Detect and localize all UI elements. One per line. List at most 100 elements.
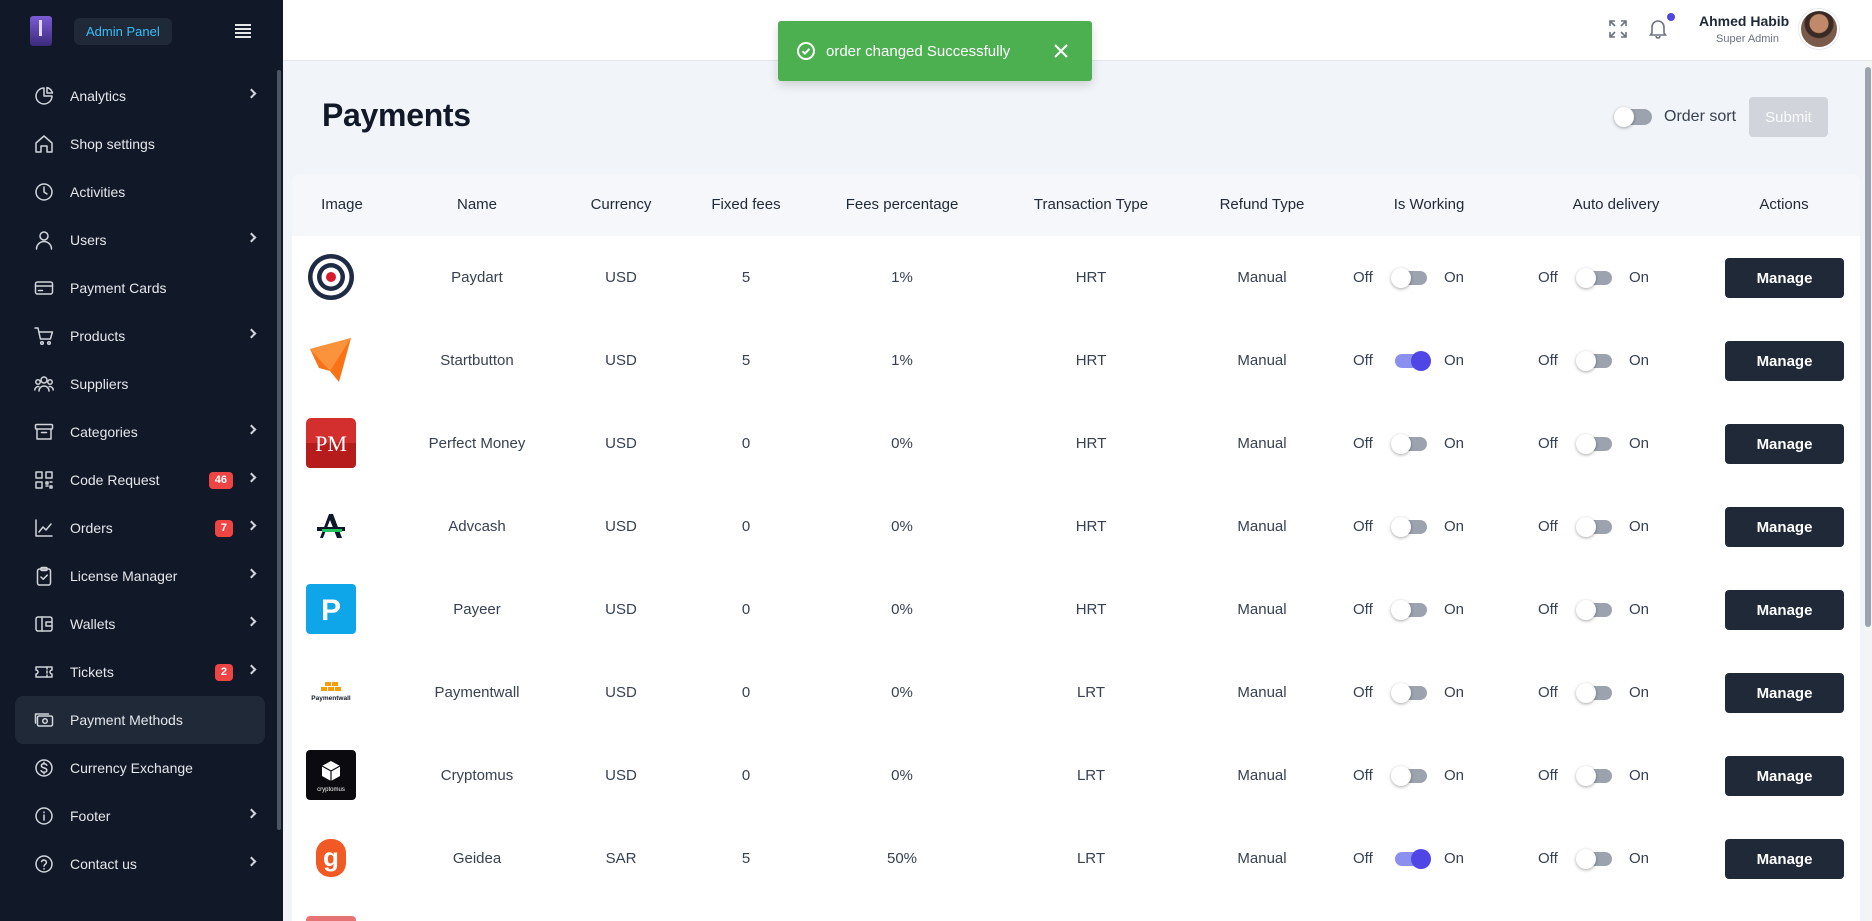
is-working-toggle[interactable] <box>1391 683 1427 703</box>
manage-button[interactable]: Manage <box>1725 839 1844 879</box>
cell-fixed-fees: 0 <box>741 435 751 452</box>
auto-delivery-on-label: On <box>1629 269 1650 286</box>
sidebar-item-label: Orders <box>70 520 113 536</box>
cell-refund-type: Manual <box>1237 269 1287 286</box>
manage-button[interactable]: Manage <box>1725 756 1844 796</box>
close-icon[interactable] <box>1052 42 1070 60</box>
sidebar-item-payment-methods[interactable]: Payment Methods <box>15 696 265 744</box>
auto-delivery-toggle[interactable] <box>1576 600 1612 620</box>
is-working-toggle[interactable] <box>1391 268 1427 288</box>
sidebar-item-label: Contact us <box>70 856 137 872</box>
is-working-on-label: On <box>1444 269 1465 286</box>
column-header-refund-type: Refund Type <box>1219 196 1305 213</box>
auto-delivery-on-label: On <box>1629 684 1650 701</box>
auto-delivery-toggle[interactable] <box>1576 268 1612 288</box>
manage-button[interactable]: Manage <box>1725 673 1844 713</box>
partial-row-logo <box>306 916 356 921</box>
sidebar-item-contact-us[interactable]: Contact us <box>15 840 265 888</box>
manage-button[interactable]: Manage <box>1725 590 1844 630</box>
is-working-off-label: Off <box>1353 518 1373 535</box>
chevron-right-icon[interactable] <box>246 424 257 435</box>
auto-delivery-toggle[interactable] <box>1576 351 1612 371</box>
chevron-right-icon[interactable] <box>246 616 257 627</box>
auto-delivery-toggle[interactable] <box>1576 849 1612 869</box>
sidebar-item-currency-exchange[interactable]: Currency Exchange <box>15 744 265 792</box>
cell-currency: USD <box>605 435 637 452</box>
clock-icon <box>34 182 54 202</box>
manage-button[interactable]: Manage <box>1725 507 1844 547</box>
fullscreen-icon[interactable] <box>1608 19 1628 39</box>
column-header-currency: Currency <box>590 196 652 213</box>
sidebar-item-categories[interactable]: Categories <box>15 408 265 456</box>
chevron-right-icon[interactable] <box>246 856 257 867</box>
sidebar-item-tickets[interactable]: Tickets 2 <box>15 648 265 696</box>
auto-delivery-toggle[interactable] <box>1576 434 1612 454</box>
is-working-toggle[interactable] <box>1391 517 1427 537</box>
sidebar-item-label: Code Request <box>70 472 160 488</box>
sidebar-item-payment-cards[interactable]: Payment Cards <box>15 264 265 312</box>
auto-delivery-toggle[interactable] <box>1576 766 1612 786</box>
chevron-right-icon[interactable] <box>246 472 257 483</box>
cell-name: Advcash <box>448 518 506 535</box>
chevron-right-icon[interactable] <box>246 664 257 675</box>
menu-toggle-icon[interactable] <box>235 24 251 38</box>
archive-icon <box>34 422 54 442</box>
cell-name: Cryptomus <box>440 767 514 784</box>
auto-delivery-toggle[interactable] <box>1576 517 1612 537</box>
avatar[interactable] <box>1799 9 1839 49</box>
sidebar-scrollbar[interactable] <box>277 70 281 830</box>
sidebar-item-wallets[interactable]: Wallets <box>15 600 265 648</box>
chevron-right-icon[interactable] <box>246 232 257 243</box>
success-toast: order changed Successfully <box>778 21 1092 81</box>
order-sort-toggle[interactable] <box>1614 107 1652 127</box>
submit-button[interactable]: Submit <box>1749 97 1828 137</box>
sidebar-item-users[interactable]: Users <box>15 216 265 264</box>
sidebar-item-license-manager[interactable]: License Manager <box>15 552 265 600</box>
sidebar-item-products[interactable]: Products <box>15 312 265 360</box>
auto-delivery-on-label: On <box>1629 518 1650 535</box>
table-row: cryptomus Cryptomus USD 0 0% LRT Manual Off On Of… <box>292 734 1860 817</box>
sidebar-item-activities[interactable]: Activities <box>15 168 265 216</box>
auto-delivery-toggle[interactable] <box>1576 683 1612 703</box>
is-working-off-label: Off <box>1353 269 1373 286</box>
page-scrollbar[interactable] <box>1864 61 1872 921</box>
sidebar-item-footer[interactable]: Footer <box>15 792 265 840</box>
cell-refund-type: Manual <box>1237 767 1287 784</box>
admin-panel-label: Admin Panel <box>74 17 172 45</box>
cell-name: Perfect Money <box>428 435 526 452</box>
is-working-on-label: On <box>1444 352 1465 369</box>
is-working-toggle[interactable] <box>1391 600 1427 620</box>
is-working-toggle[interactable] <box>1391 766 1427 786</box>
manage-button[interactable]: Manage <box>1725 258 1844 298</box>
manage-button[interactable]: Manage <box>1725 424 1844 464</box>
sidebar-item-suppliers[interactable]: Suppliers <box>15 360 265 408</box>
chevron-right-icon[interactable] <box>246 568 257 579</box>
manage-button[interactable]: Manage <box>1725 341 1844 381</box>
is-working-on-label: On <box>1444 684 1465 701</box>
auto-delivery-off-label: Off <box>1538 684 1558 701</box>
is-working-toggle[interactable] <box>1391 434 1427 454</box>
user-name[interactable]: Ahmed Habib <box>1699 13 1789 29</box>
is-working-toggle[interactable] <box>1395 849 1431 869</box>
sidebar-item-orders[interactable]: Orders 7 <box>15 504 265 552</box>
is-working-off-label: Off <box>1353 435 1373 452</box>
is-working-off-label: Off <box>1353 850 1373 867</box>
is-working-off-label: Off <box>1353 684 1373 701</box>
cell-currency: USD <box>605 767 637 784</box>
column-header-is-working: Is Working <box>1393 196 1465 213</box>
brand-logo[interactable] <box>30 16 52 46</box>
sidebar-item-analytics[interactable]: Analytics <box>15 72 265 120</box>
chevron-right-icon[interactable] <box>246 88 257 99</box>
is-working-toggle[interactable] <box>1395 351 1431 371</box>
cell-fixed-fees: 0 <box>741 684 751 701</box>
chevron-right-icon[interactable] <box>246 328 257 339</box>
cell-transaction-type: HRT <box>1075 601 1107 618</box>
sidebar-item-code-request[interactable]: Code Request 46 <box>15 456 265 504</box>
page-scrollbar-thumb[interactable] <box>1865 67 1871 627</box>
sidebar-item-shop-settings[interactable]: Shop settings <box>15 120 265 168</box>
cryptomus-logo: cryptomus <box>306 750 356 800</box>
notifications-bell-icon[interactable] <box>1647 17 1669 39</box>
chevron-right-icon[interactable] <box>246 520 257 531</box>
qr-code-icon <box>34 470 54 490</box>
chevron-right-icon[interactable] <box>246 808 257 819</box>
